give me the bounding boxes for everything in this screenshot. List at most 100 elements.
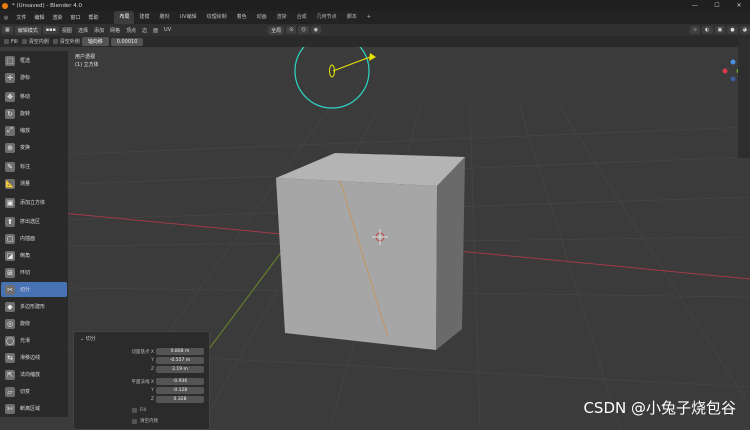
tool-cursor[interactable]: ✛ 游标	[1, 70, 67, 85]
plane-point-y-row: Y -0.557 m	[74, 357, 209, 365]
watermark-text: CSDN @小兔子烧包谷	[583, 399, 736, 417]
tool-move[interactable]: ✥ 移动	[1, 89, 67, 104]
view-name-label: 用户透视	[75, 54, 96, 60]
menu-select[interactable]: 选择	[75, 27, 91, 34]
light-gizmo[interactable]	[294, 47, 376, 109]
cursor-icon: ✛	[5, 72, 15, 83]
tab-compositing[interactable]: 合成	[292, 11, 312, 24]
close-button[interactable]: ✕	[728, 0, 750, 11]
operator-panel[interactable]: ⌄ 切分 切面基点 X 0.808 m Y -0.557 m Z 2.19 m …	[73, 331, 210, 430]
menu-uv[interactable]: UV	[161, 27, 174, 33]
tool-inset[interactable]: ▢ 内插面	[1, 231, 67, 246]
poly-build-icon: ◆	[5, 301, 15, 312]
pivot-point-icon[interactable]: ⊙	[286, 26, 297, 34]
snap-icon[interactable]: ⌬	[298, 26, 309, 34]
op-fill-checkbox[interactable]: Fill	[132, 408, 146, 413]
tab-scripting[interactable]: 脚本	[342, 11, 362, 24]
tool-annotate[interactable]: ✎ 标注	[1, 159, 67, 174]
rip-region-icon: ✄	[5, 403, 15, 414]
menu-edge[interactable]: 边	[139, 27, 150, 34]
right-navigation-bar	[738, 38, 750, 158]
tool-bisect[interactable]: ✂ 切分	[1, 282, 67, 297]
menu-add[interactable]: 添加	[91, 27, 107, 34]
tab-texture-paint[interactable]: 纹理绘制	[202, 11, 232, 24]
plane-normal-z-row: Z 0.328	[74, 396, 209, 404]
minimize-button[interactable]: —	[684, 0, 706, 11]
select-box-icon: ⬚	[5, 55, 15, 66]
xray-toggle-icon[interactable]: ▣	[714, 26, 726, 34]
plane-point-y-field[interactable]: -0.557 m	[156, 357, 204, 364]
menu-edit[interactable]: 编辑	[30, 14, 48, 21]
tab-rendering[interactable]: 渲染	[272, 11, 292, 24]
plane-point-z-field[interactable]: 2.19 m	[156, 366, 204, 373]
plane-point-label: 切面基点 X	[131, 350, 154, 355]
snap-label[interactable]: 轴向移	[81, 37, 109, 46]
maximize-button[interactable]: ☐	[706, 0, 728, 11]
editor-type-button[interactable]: ▦	[2, 26, 13, 34]
plane-point-x-field[interactable]: 0.808 m	[156, 348, 204, 355]
menu-view[interactable]: 视图	[59, 27, 75, 34]
plane-point-z-row: Z 2.19 m	[74, 366, 209, 374]
plane-normal-x-field[interactable]: -0.936	[156, 378, 204, 385]
fill-checkbox[interactable]	[4, 39, 9, 44]
shading-material-icon[interactable]: ◕	[739, 26, 750, 34]
menu-mesh[interactable]: 网格	[107, 27, 123, 34]
plane-normal-y-row: Y -0.128	[74, 387, 209, 395]
gizmo-toggle-icon[interactable]: ⊹	[689, 26, 701, 34]
tab-animation[interactable]: 动画	[252, 11, 272, 24]
mode-select[interactable]: 编辑模式	[14, 25, 41, 35]
transform-icon: ⊕	[5, 142, 15, 153]
tool-shelf: ⬚ 框选 ✛ 游标 ✥ 移动 ↻ 旋转 ⤢ 缩放 ⊕ 变换 ✎ 标注 📐 测量 ▣ 添加立方体 ⬆…	[0, 51, 68, 417]
tab-layout[interactable]: 布局	[114, 11, 135, 24]
clear-outer-checkbox[interactable]	[52, 39, 58, 44]
object-name-label: (1) 立方体	[75, 62, 99, 68]
plane-normal-z-field[interactable]: 0.328	[156, 396, 204, 403]
tool-bevel[interactable]: ◪ 倒角	[1, 248, 67, 263]
tool-scale[interactable]: ⤢ 缩放	[1, 123, 67, 138]
tool-select-box[interactable]: ⬚ 框选	[1, 53, 67, 68]
tab-sculpting[interactable]: 雕刻	[154, 11, 174, 24]
shading-solid-icon[interactable]: ●	[727, 26, 738, 34]
tool-edge-slide[interactable]: ⇆ 滑移边线	[1, 350, 67, 365]
select-mode-buttons[interactable]: ▪▪▪	[42, 26, 59, 34]
transform-orientation-select[interactable]: 全局	[268, 25, 285, 35]
fill-label: Fill	[11, 38, 18, 45]
menu-blender-icon[interactable]: ◎	[0, 15, 12, 21]
tool-rotate[interactable]: ↻ 旋转	[1, 106, 67, 121]
cube-mesh[interactable]	[276, 153, 465, 350]
menu-face[interactable]: 面	[150, 27, 161, 34]
tool-loop-cut[interactable]: ⊞ 环切	[1, 265, 67, 280]
menu-file[interactable]: 文件	[12, 14, 30, 21]
tab-uv-editing[interactable]: UV编辑	[175, 11, 202, 24]
tool-shear[interactable]: ▱ 切变	[1, 384, 67, 399]
tool-shrink-fatten[interactable]: ⇱ 法向缩放	[1, 367, 67, 382]
tab-shading[interactable]: 着色	[232, 11, 252, 24]
overlay-toggle-icon[interactable]: ◐	[702, 26, 713, 34]
menu-vertex[interactable]: 顶点	[123, 27, 139, 34]
snap-value-field[interactable]: 0.00010	[110, 37, 144, 46]
add-cube-icon: ▣	[5, 197, 15, 208]
menu-help[interactable]: 帮助	[84, 14, 102, 21]
tool-spin[interactable]: ◎ 旋绕	[1, 316, 67, 331]
menu-window[interactable]: 窗口	[66, 14, 84, 21]
inset-icon: ▢	[5, 233, 15, 244]
tab-geometry-nodes[interactable]: 几何节点	[312, 11, 342, 24]
tool-smooth[interactable]: ◯ 光滑	[1, 333, 67, 348]
tool-poly-build[interactable]: ◆ 多边形建形	[1, 299, 67, 314]
tool-measure[interactable]: 📐 测量	[1, 176, 67, 191]
menu-render[interactable]: 渲染	[48, 14, 66, 21]
shear-icon: ▱	[5, 386, 15, 397]
plane-normal-y-field[interactable]: -0.128	[156, 387, 204, 394]
proportional-edit-icon[interactable]: ◉	[310, 26, 322, 34]
tool-transform[interactable]: ⊕ 变换	[1, 140, 67, 155]
add-workspace-button[interactable]: +	[362, 11, 376, 24]
tool-rip-region[interactable]: ✄ 断离区域	[1, 401, 67, 416]
op-clear-inner-checkbox[interactable]: 清空内侧	[132, 418, 158, 424]
tab-modeling[interactable]: 建模	[134, 11, 154, 24]
tool-extrude[interactable]: ⬆ 挤出选区	[1, 214, 67, 229]
clear-inner-checkbox[interactable]	[21, 39, 27, 44]
tool-add-cube[interactable]: ▣ 添加立方体	[1, 195, 67, 210]
smooth-icon: ◯	[5, 335, 15, 346]
blender-logo-icon	[2, 2, 8, 9]
extrude-icon: ⬆	[5, 216, 15, 227]
